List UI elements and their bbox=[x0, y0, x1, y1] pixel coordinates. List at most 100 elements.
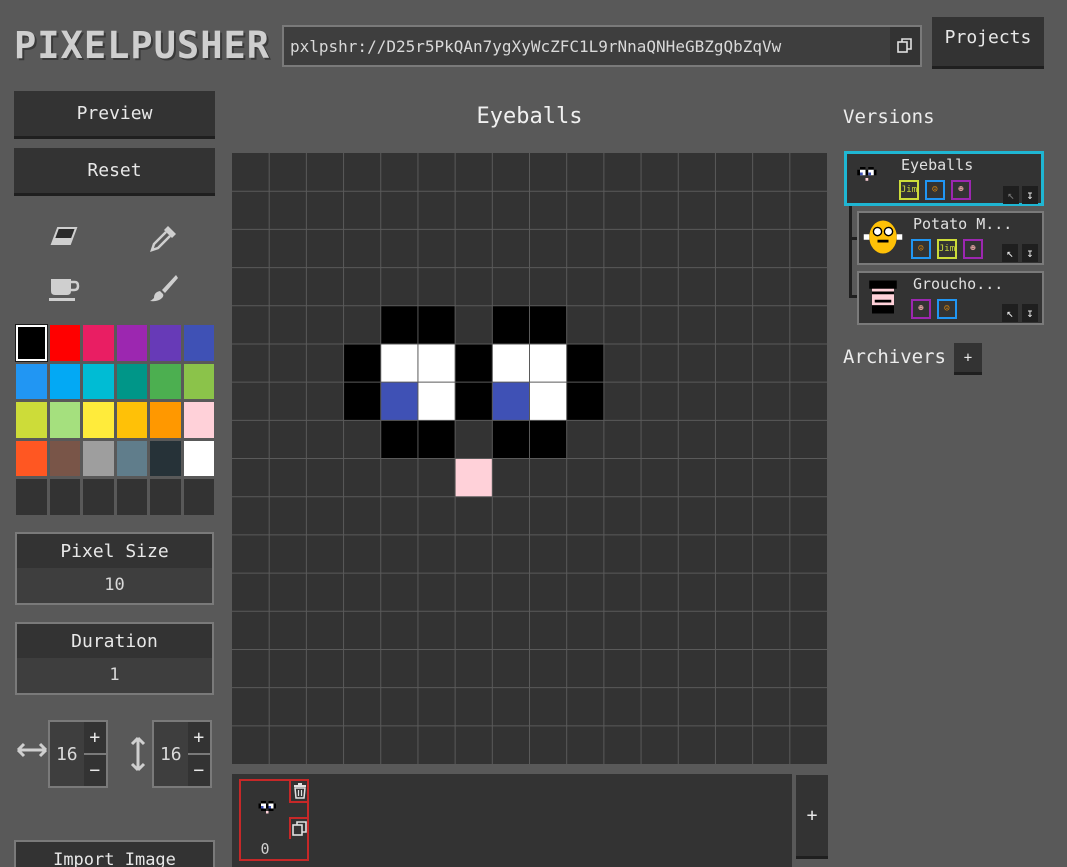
pixel[interactable] bbox=[492, 382, 530, 421]
color-swatch[interactable] bbox=[149, 439, 182, 478]
color-swatch[interactable] bbox=[15, 478, 48, 516]
version-branch-button[interactable]: ↧ bbox=[1022, 186, 1038, 204]
color-swatch[interactable] bbox=[15, 401, 48, 439]
pixel-size-input[interactable]: 10 bbox=[17, 568, 212, 602]
project-title[interactable]: Eyeballs bbox=[232, 104, 827, 129]
color-swatch[interactable] bbox=[48, 324, 81, 362]
pixel[interactable] bbox=[492, 305, 530, 344]
color-swatch[interactable] bbox=[182, 362, 215, 401]
share-url-field[interactable]: pxlpshr://D25r5PkQAn7ygXyWcZFC1L9rNnaQNH… bbox=[282, 25, 922, 67]
color-swatch[interactable] bbox=[82, 401, 115, 439]
version-restore-button[interactable]: ↖ bbox=[1002, 244, 1018, 262]
version-item[interactable]: Eyeballs Jim ☺ ☻ ↖ ↧ bbox=[844, 151, 1044, 206]
tag-face-icon[interactable]: ☻ bbox=[911, 299, 931, 319]
delete-frame-button[interactable] bbox=[289, 781, 309, 803]
preview-button[interactable]: Preview bbox=[14, 91, 215, 139]
pixel[interactable] bbox=[380, 305, 418, 344]
tag-face-icon[interactable]: ☻ bbox=[951, 180, 971, 200]
pixel[interactable] bbox=[417, 343, 456, 383]
height-decrease-button[interactable]: − bbox=[187, 755, 210, 786]
pixel[interactable] bbox=[566, 343, 604, 383]
color-swatch[interactable] bbox=[48, 478, 81, 516]
add-archiver-button[interactable]: + bbox=[954, 343, 982, 375]
pixel[interactable] bbox=[529, 343, 567, 383]
height-increase-button[interactable]: + bbox=[187, 722, 210, 755]
version-item[interactable]: Groucho... ☻ ☺ ↖ ↧ bbox=[857, 271, 1044, 325]
fill-tool[interactable] bbox=[46, 270, 82, 306]
color-swatch[interactable] bbox=[182, 439, 215, 478]
tag-jim-icon[interactable]: Jim bbox=[937, 239, 957, 259]
pixel-grid[interactable] bbox=[232, 153, 827, 764]
color-swatch[interactable] bbox=[82, 439, 115, 478]
color-swatch[interactable] bbox=[115, 478, 148, 516]
pixel[interactable] bbox=[417, 382, 456, 421]
color-swatch[interactable] bbox=[115, 362, 148, 401]
pixel[interactable] bbox=[455, 343, 493, 383]
eyedropper-tool[interactable] bbox=[146, 220, 182, 256]
tag-person-icon[interactable]: ☺ bbox=[937, 299, 957, 319]
color-swatch[interactable] bbox=[149, 362, 182, 401]
projects-button[interactable]: Projects bbox=[932, 17, 1044, 69]
duration-input[interactable]: 1 bbox=[17, 658, 212, 692]
color-swatch[interactable] bbox=[182, 401, 215, 439]
drawing-canvas[interactable] bbox=[232, 153, 827, 764]
copy-url-button[interactable] bbox=[890, 27, 920, 65]
color-swatch[interactable] bbox=[15, 439, 48, 478]
frame-thumbnail[interactable]: 0 bbox=[239, 779, 309, 861]
tag-face-icon[interactable]: ☻ bbox=[963, 239, 983, 259]
pixel[interactable] bbox=[343, 343, 381, 383]
pixel[interactable] bbox=[380, 343, 418, 383]
pixel[interactable] bbox=[380, 420, 418, 459]
brush-tool[interactable] bbox=[146, 270, 182, 306]
version-branch-button[interactable]: ↧ bbox=[1022, 304, 1038, 322]
width-decrease-button[interactable]: − bbox=[83, 755, 106, 786]
width-increase-button[interactable]: + bbox=[83, 722, 106, 755]
pixel[interactable] bbox=[492, 420, 530, 459]
color-swatch[interactable] bbox=[48, 439, 81, 478]
pixel[interactable] bbox=[529, 420, 567, 459]
tag-jim-icon[interactable]: Jim bbox=[899, 180, 919, 200]
pixel[interactable] bbox=[343, 382, 381, 421]
import-image-button[interactable]: Import Image bbox=[14, 840, 215, 867]
color-swatch[interactable] bbox=[15, 324, 48, 362]
pixel-size-label: Pixel Size bbox=[17, 534, 212, 568]
pixel[interactable] bbox=[417, 420, 456, 459]
pixel[interactable] bbox=[566, 382, 604, 421]
color-swatch[interactable] bbox=[115, 401, 148, 439]
share-url-text[interactable]: pxlpshr://D25r5PkQAn7ygXyWcZFC1L9rNnaQNH… bbox=[284, 37, 890, 56]
color-swatch[interactable] bbox=[82, 362, 115, 401]
color-swatch[interactable] bbox=[15, 362, 48, 401]
pixel[interactable] bbox=[455, 382, 493, 421]
version-branch-button[interactable]: ↧ bbox=[1022, 244, 1038, 262]
pixel[interactable] bbox=[417, 305, 456, 344]
width-stepper[interactable]: 16 + − bbox=[48, 720, 108, 788]
color-swatch[interactable] bbox=[115, 324, 148, 362]
version-restore-button[interactable]: ↖ bbox=[1003, 186, 1019, 204]
eraser-tool[interactable] bbox=[46, 220, 82, 256]
height-value[interactable]: 16 bbox=[154, 722, 188, 786]
tag-person-icon[interactable]: ☺ bbox=[911, 239, 931, 259]
color-swatch[interactable] bbox=[48, 362, 81, 401]
color-swatch[interactable] bbox=[82, 324, 115, 362]
color-swatch[interactable] bbox=[182, 478, 215, 516]
width-value[interactable]: 16 bbox=[50, 722, 84, 786]
color-swatch[interactable] bbox=[115, 439, 148, 478]
color-swatch[interactable] bbox=[149, 478, 182, 516]
tag-person-icon[interactable]: ☺ bbox=[925, 180, 945, 200]
height-stepper[interactable]: 16 + − bbox=[152, 720, 212, 788]
color-swatch[interactable] bbox=[149, 401, 182, 439]
color-swatch[interactable] bbox=[182, 324, 215, 362]
pixel[interactable] bbox=[529, 382, 567, 421]
add-frame-button[interactable]: + bbox=[796, 775, 828, 859]
reset-button[interactable]: Reset bbox=[14, 148, 215, 196]
pixel[interactable] bbox=[492, 343, 530, 383]
duplicate-frame-button[interactable] bbox=[289, 817, 309, 839]
version-restore-button[interactable]: ↖ bbox=[1002, 304, 1018, 322]
color-swatch[interactable] bbox=[149, 324, 182, 362]
color-swatch[interactable] bbox=[48, 401, 81, 439]
pixel[interactable] bbox=[380, 382, 418, 421]
pixel[interactable] bbox=[529, 305, 567, 344]
color-swatch[interactable] bbox=[82, 478, 115, 516]
version-item[interactable]: Potato M... ☺ Jim ☻ ↖ ↧ bbox=[857, 211, 1044, 265]
pixel[interactable] bbox=[455, 458, 493, 497]
